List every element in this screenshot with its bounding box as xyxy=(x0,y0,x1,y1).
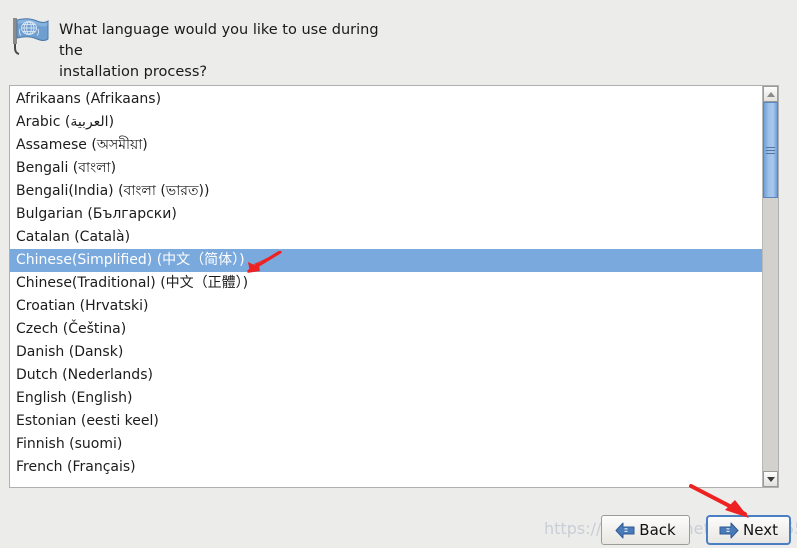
scrollbar-thumb[interactable] xyxy=(763,102,778,198)
list-item[interactable]: Dutch (Nederlands) xyxy=(10,364,764,387)
arrow-right-icon xyxy=(719,522,739,538)
list-scrollbar[interactable] xyxy=(762,86,778,487)
list-item[interactable]: English (English) xyxy=(10,387,764,410)
list-item[interactable]: Afrikaans (Afrikaans) xyxy=(10,88,764,111)
list-item[interactable]: Catalan (Català) xyxy=(10,226,764,249)
un-flag-icon xyxy=(8,14,52,58)
list-item[interactable]: Croatian (Hrvatski) xyxy=(10,295,764,318)
arrow-left-icon xyxy=(615,522,635,538)
back-button[interactable]: Back xyxy=(601,515,690,545)
scrollbar-track[interactable] xyxy=(763,102,778,471)
list-item[interactable]: Czech (Čeština) xyxy=(10,318,764,341)
list-item[interactable]: Bengali(India) (বাংলা (ভারত)) xyxy=(10,180,764,203)
page-title: What language would you like to use duri… xyxy=(59,22,379,80)
list-item[interactable]: Danish (Dansk) xyxy=(10,341,764,364)
next-button-label: Next xyxy=(743,521,778,539)
back-button-label: Back xyxy=(639,521,676,539)
grip-lines-icon xyxy=(766,146,775,154)
list-item[interactable]: Bulgarian (Български) xyxy=(10,203,764,226)
scroll-down-button[interactable] xyxy=(763,471,778,487)
list-item[interactable]: French (Français) xyxy=(10,456,764,479)
list-item[interactable]: Chinese(Traditional) (中文（正體）) xyxy=(10,272,764,295)
next-button[interactable]: Next xyxy=(706,515,791,545)
list-item[interactable]: Estonian (eesti keel) xyxy=(10,410,764,433)
list-item[interactable]: Assamese (অসমীয়া) xyxy=(10,134,764,157)
list-item[interactable]: Finnish (suomi) xyxy=(10,433,764,456)
language-listbox[interactable]: Afrikaans (Afrikaans) Arabic (العربية) A… xyxy=(9,85,779,488)
chevron-down-icon xyxy=(766,476,775,482)
header-bar: What language would you like to use duri… xyxy=(0,0,797,80)
list-item[interactable]: Bengali (বাংলা) xyxy=(10,157,764,180)
chevron-up-icon xyxy=(766,91,775,97)
language-list[interactable]: Afrikaans (Afrikaans) Arabic (العربية) A… xyxy=(10,86,764,479)
list-item[interactable]: Arabic (العربية) xyxy=(10,111,764,134)
scroll-up-button[interactable] xyxy=(763,86,778,102)
list-item-selected[interactable]: Chinese(Simplified) (中文（简体）) xyxy=(10,249,764,272)
